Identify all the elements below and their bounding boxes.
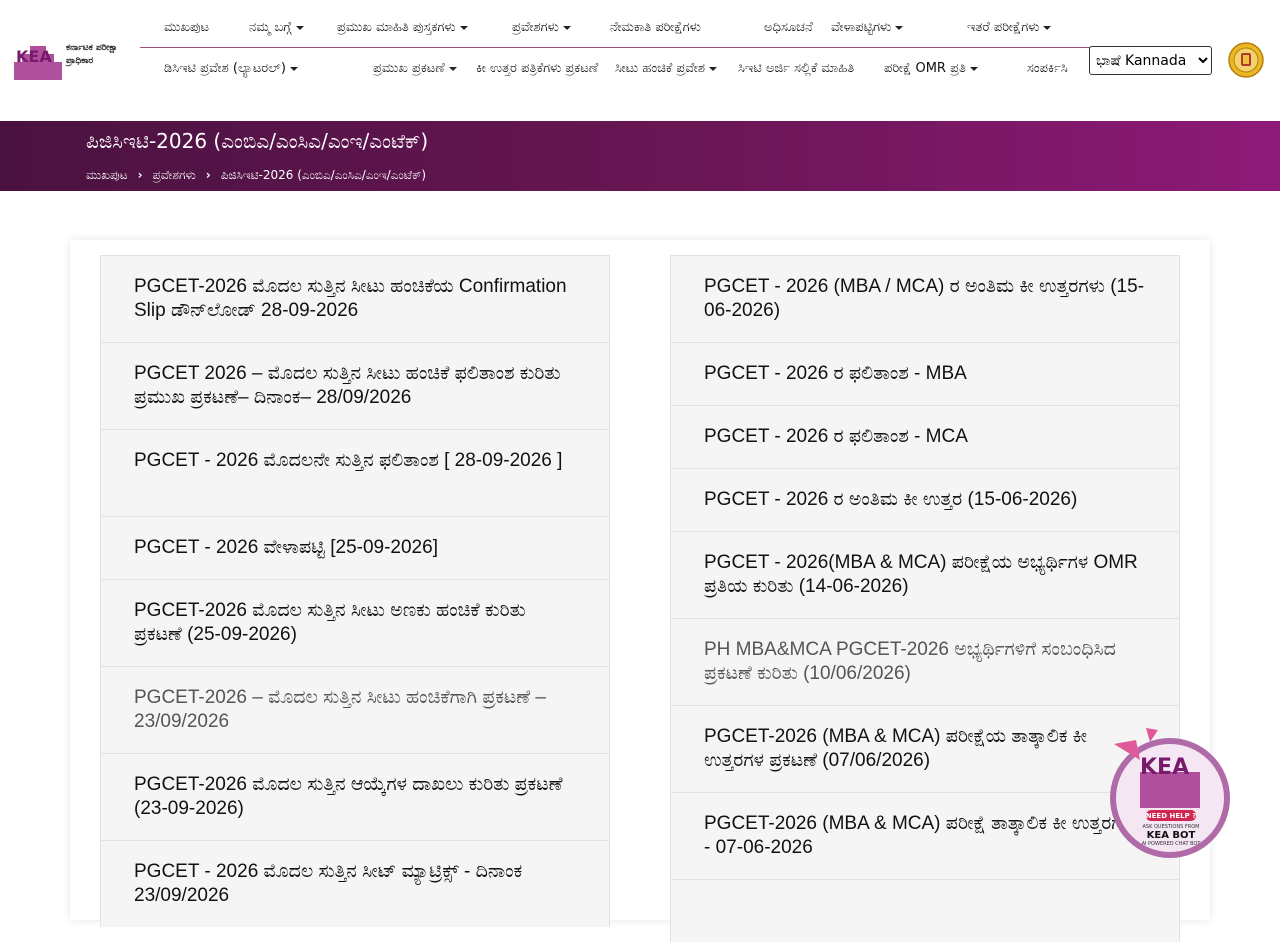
nav-item-label: ಅಧಿಸೂಚನೆ bbox=[764, 20, 813, 35]
nav-item-5[interactable]: ನೇಮಕಾತಿ ಪರೀಕ್ಷೆಗಳು bbox=[610, 16, 701, 40]
nav-item-2[interactable]: ಪ್ರಮುಖ ಪ್ರಕಟಣೆ bbox=[373, 57, 463, 81]
announcement-link[interactable]: PGCET - 2026 ವೇಳಾಪಟ್ಟಿ [25-09-2026] bbox=[100, 516, 610, 579]
announcements-right-column: PGCET - 2026 (MBA / MCA) ರ ಅಂತಿಮ ಕೀ ಉತ್ತ… bbox=[670, 255, 1180, 942]
kea-logo-icon: KEA bbox=[14, 46, 62, 80]
nav-item-label: ಪ್ರಮುಖ ಪ್ರಕಟಣೆ bbox=[373, 61, 445, 76]
nav-item-5[interactable]: ಸಿಇಟಿ ಅರ್ಜಿ ಸಲ್ಲಿಕೆ ಮಾಹಿತಿ bbox=[738, 57, 868, 81]
nav-item-label: ನಮ್ಮ ಬಗ್ಗೆ bbox=[249, 20, 292, 35]
announcement-link[interactable] bbox=[670, 879, 1180, 942]
announcement-link[interactable]: PGCET - 2026 ರ ಫಲಿತಾಂಶ - MBA bbox=[670, 342, 1180, 405]
nav-item-3[interactable]: ಪ್ರಮುಖ ಮಾಹಿತಿ ಪುಸ್ತಕಗಳು bbox=[337, 16, 468, 40]
nav-item-4[interactable]: ಸೀಟು ಹಂಚಿಕೆ ಪ್ರವೇಶ bbox=[615, 57, 725, 81]
announcement-link[interactable]: PGCET - 2026 ರ ಫಲಿತಾಂಶ - MCA bbox=[670, 405, 1180, 468]
announcements-left-column: PGCET-2026 ಮೊದಲ ಸುತ್ತಿನ ಸೀಟು ಹಂಚಿಕೆಯ Con… bbox=[100, 255, 610, 927]
nav-item-6[interactable]: ಪರೀಕ್ಷೆ OMR ಪ್ರತಿ bbox=[884, 57, 1014, 81]
site-header: KEA ಕರ್ನಾಟಕ ಪರೀಕ್ಷಾ ಪ್ರಾಧಿಕಾರ ಮುಖಪುಟ ನಮ್ಮ… bbox=[0, 0, 1280, 121]
announcement-link[interactable]: PGCET - 2026(MBA & MCA) ಪರೀಕ್ಷೆಯ ಅಭ್ಯರ್ಥ… bbox=[670, 531, 1180, 618]
nav-item-4[interactable]: ಪ್ರವೇಶಗಳು bbox=[512, 16, 571, 40]
caret-down-icon bbox=[895, 25, 904, 30]
bot-line-2: KEA BOT bbox=[1147, 830, 1196, 841]
nav-item-label: ವೇಳಾಪಟ್ಟಿಗಳು bbox=[831, 20, 892, 35]
caret-down-icon bbox=[562, 25, 571, 30]
kea-logo[interactable]: KEA ಕರ್ನಾಟಕ ಪರೀಕ್ಷಾ ಪ್ರಾಧಿಕಾರ bbox=[14, 38, 142, 84]
nav-item-3[interactable]: ಕೀ ಉತ್ತರ ಪತ್ರಿಕೆಗಳು ಪ್ರಕಟಣೆ bbox=[476, 57, 604, 81]
nav-item-label: ಸೀಟು ಹಂಚಿಕೆ ಪ್ರವೇಶ bbox=[615, 61, 706, 76]
announcement-link[interactable]: PGCET - 2026 (MBA / MCA) ರ ಅಂತಿಮ ಕೀ ಉತ್ತ… bbox=[670, 255, 1180, 342]
announcement-link[interactable]: PGCET-2026 (MBA & MCA) ಪರೀಕ್ಷೆಯ ತಾತ್ಕಾಲಿ… bbox=[670, 705, 1180, 792]
nav-item-7[interactable]: ವೇಳಾಪಟ್ಟಿಗಳು bbox=[831, 16, 904, 40]
nav-item-label: ಮುಖಪುಟ bbox=[164, 20, 210, 35]
breadcrumb-admissions[interactable]: ಪ್ರವೇಶಗಳು bbox=[153, 167, 196, 183]
caret-down-icon bbox=[1043, 25, 1052, 30]
caret-down-icon bbox=[969, 66, 978, 71]
announcement-link[interactable]: PGCET-2026 ಮೊದಲ ಸುತ್ತಿನ ಆಯ್ಕೆಗಳ ದಾಖಲು ಕು… bbox=[100, 753, 610, 840]
announcement-link[interactable]: PGCET - 2026 ಮೊದಲನೇ ಸುತ್ತಿನ ಫಲಿತಾಂಶ [ 28… bbox=[100, 429, 610, 516]
nav-item-label: ಸಿಇಟಿ ಅರ್ಜಿ ಸಲ್ಲಿಕೆ ಮಾಹಿತಿ bbox=[738, 61, 855, 76]
nav-item-8[interactable]: ಇತರೆ ಪರೀಕ್ಷೆಗಳು bbox=[967, 16, 1052, 40]
nav-item-1[interactable]: ಮುಖಪುಟ bbox=[164, 16, 209, 40]
chat-bot-icon: KEA NEED HELP ? ASK QUESTIONS FROM KEA B… bbox=[1110, 728, 1230, 858]
nav-item-7[interactable]: ಸಂಪರ್ಕಿಸಿ bbox=[1027, 57, 1097, 81]
page-title: ಪಿಜಿಸಿಇಟಿ-2026 (ಎಂಬಿಎ/ಎಂಸಿಎ/ಎಂಇ/ಎಂಟೆಕ್) bbox=[86, 129, 429, 153]
nav-item-label: ಪರೀಕ್ಷೆ OMR ಪ್ರತಿ bbox=[884, 61, 966, 76]
caret-down-icon bbox=[448, 66, 457, 71]
nav-item-label: ಇತರೆ ಪರೀಕ್ಷೆಗಳು bbox=[967, 20, 1040, 35]
nav-item-label: ಪ್ರಮುಖ ಮಾಹಿತಿ ಪುಸ್ತಕಗಳು bbox=[337, 20, 456, 35]
breadcrumb-current: ಪಿಜಿಸಿಇಟಿ-2026 (ಎಂಬಿಎ/ಎಂಸಿಎ/ಎಂಇ/ಎಂಟೆಕ್) bbox=[220, 168, 427, 182]
kea-bot-launcher[interactable]: KEA NEED HELP ? ASK QUESTIONS FROM KEA B… bbox=[1106, 722, 1236, 862]
breadcrumb: ಮುಖಪುಟ › ಪ್ರವೇಶಗಳು › ಪಿಜಿಸಿಇಟಿ-2026 (ಎಂಬ… bbox=[86, 167, 426, 183]
announcement-link[interactable]: PGCET - 2026 ಮೊದಲ ಸುತ್ತಿನ ಸೀಟ್ ಮ್ಯಾಟ್ರಿಕ… bbox=[100, 840, 610, 927]
nav-item-6[interactable]: ಅಧಿಸೂಚನೆ bbox=[764, 16, 813, 40]
page-banner: ಪಿಜಿಸಿಇಟಿ-2026 (ಎಂಬಿಎ/ಎಂಸಿಎ/ಎಂಇ/ಎಂಟೆಕ್) … bbox=[0, 121, 1280, 191]
announcement-link[interactable]: PGCET-2026 (MBA & MCA) ಪರೀಕ್ಷೆ ತಾತ್ಕಾಲಿಕ… bbox=[670, 792, 1180, 879]
bot-line-3: AI POWERED CHAT BOT bbox=[1142, 841, 1202, 847]
bot-badge: NEED HELP ? bbox=[1146, 812, 1196, 820]
logo-letters: KEA bbox=[16, 47, 52, 66]
nav-item-label: ನೇಮಕಾತಿ ಪರೀಕ್ಷೆಗಳು bbox=[610, 20, 701, 35]
announcement-link[interactable]: PH MBA&MCA PGCET-2026 ಅಭ್ಯರ್ಥಿಗಳಿಗೆ ಸಂಬಂ… bbox=[670, 618, 1180, 705]
chevron-right-icon: › bbox=[137, 168, 143, 182]
announcement-link[interactable]: PGCET - 2026 ರ ಅಂತಿಮ ಕೀ ಉತ್ತರ (15-06-202… bbox=[670, 468, 1180, 531]
announcement-link[interactable]: PGCET 2026 – ಮೊದಲ ಸುತ್ತಿನ ಸೀಟು ಹಂಚಿಕೆ ಫಲ… bbox=[100, 342, 610, 429]
logo-name: ಕರ್ನಾಟಕ ಪರೀಕ್ಷಾ ಪ್ರಾಧಿಕಾರ bbox=[66, 43, 118, 66]
nav-item-1[interactable]: ಡಿಸಿಇಟಿ ಪ್ರವೇಶ (ಲ್ಯಾಟರಲ್) bbox=[164, 57, 349, 81]
announcements-panel: PGCET-2026 ಮೊದಲ ಸುತ್ತಿನ ಸೀಟು ಹಂಚಿಕೆಯ Con… bbox=[70, 240, 1210, 942]
caret-down-icon bbox=[459, 25, 468, 30]
announcement-link[interactable]: PGCET-2026 – ಮೊದಲ ಸುತ್ತಿನ ಸೀಟು ಹಂಚಿಕೆಗಾಗ… bbox=[100, 666, 610, 753]
nav-item-label: ಕೀ ಉತ್ತರ ಪತ್ರಿಕೆಗಳು ಪ್ರಕಟಣೆ bbox=[476, 61, 599, 76]
header-divider bbox=[140, 47, 1100, 48]
caret-down-icon bbox=[295, 25, 304, 30]
nav-item-2[interactable]: ನಮ್ಮ ಬಗ್ಗೆ bbox=[249, 16, 304, 40]
nav-item-label: ಪ್ರವೇಶಗಳು bbox=[512, 20, 559, 35]
announcement-link[interactable]: PGCET-2026 ಮೊದಲ ಸುತ್ತಿನ ಸೀಟು ಅಣಕು ಹಂಚಿಕೆ… bbox=[100, 579, 610, 666]
breadcrumb-home[interactable]: ಮುಖಪುಟ bbox=[86, 167, 128, 183]
caret-down-icon bbox=[709, 66, 718, 71]
announcement-link[interactable]: PGCET-2026 ಮೊದಲ ಸುತ್ತಿನ ಸೀಟು ಹಂಚಿಕೆಯ Con… bbox=[100, 255, 610, 342]
chevron-right-icon: › bbox=[205, 168, 211, 182]
caret-down-icon bbox=[289, 66, 298, 71]
language-select[interactable]: ಭಾಷೆ Kannada bbox=[1089, 46, 1212, 75]
bot-logo-letters: KEA bbox=[1140, 755, 1189, 780]
nav-item-label: ಸಂಪರ್ಕಿಸಿ bbox=[1027, 61, 1068, 76]
state-emblem-icon bbox=[1228, 42, 1264, 78]
nav-item-label: ಡಿಸಿಇಟಿ ಪ್ರವೇಶ (ಲ್ಯಾಟರಲ್) bbox=[164, 61, 286, 76]
